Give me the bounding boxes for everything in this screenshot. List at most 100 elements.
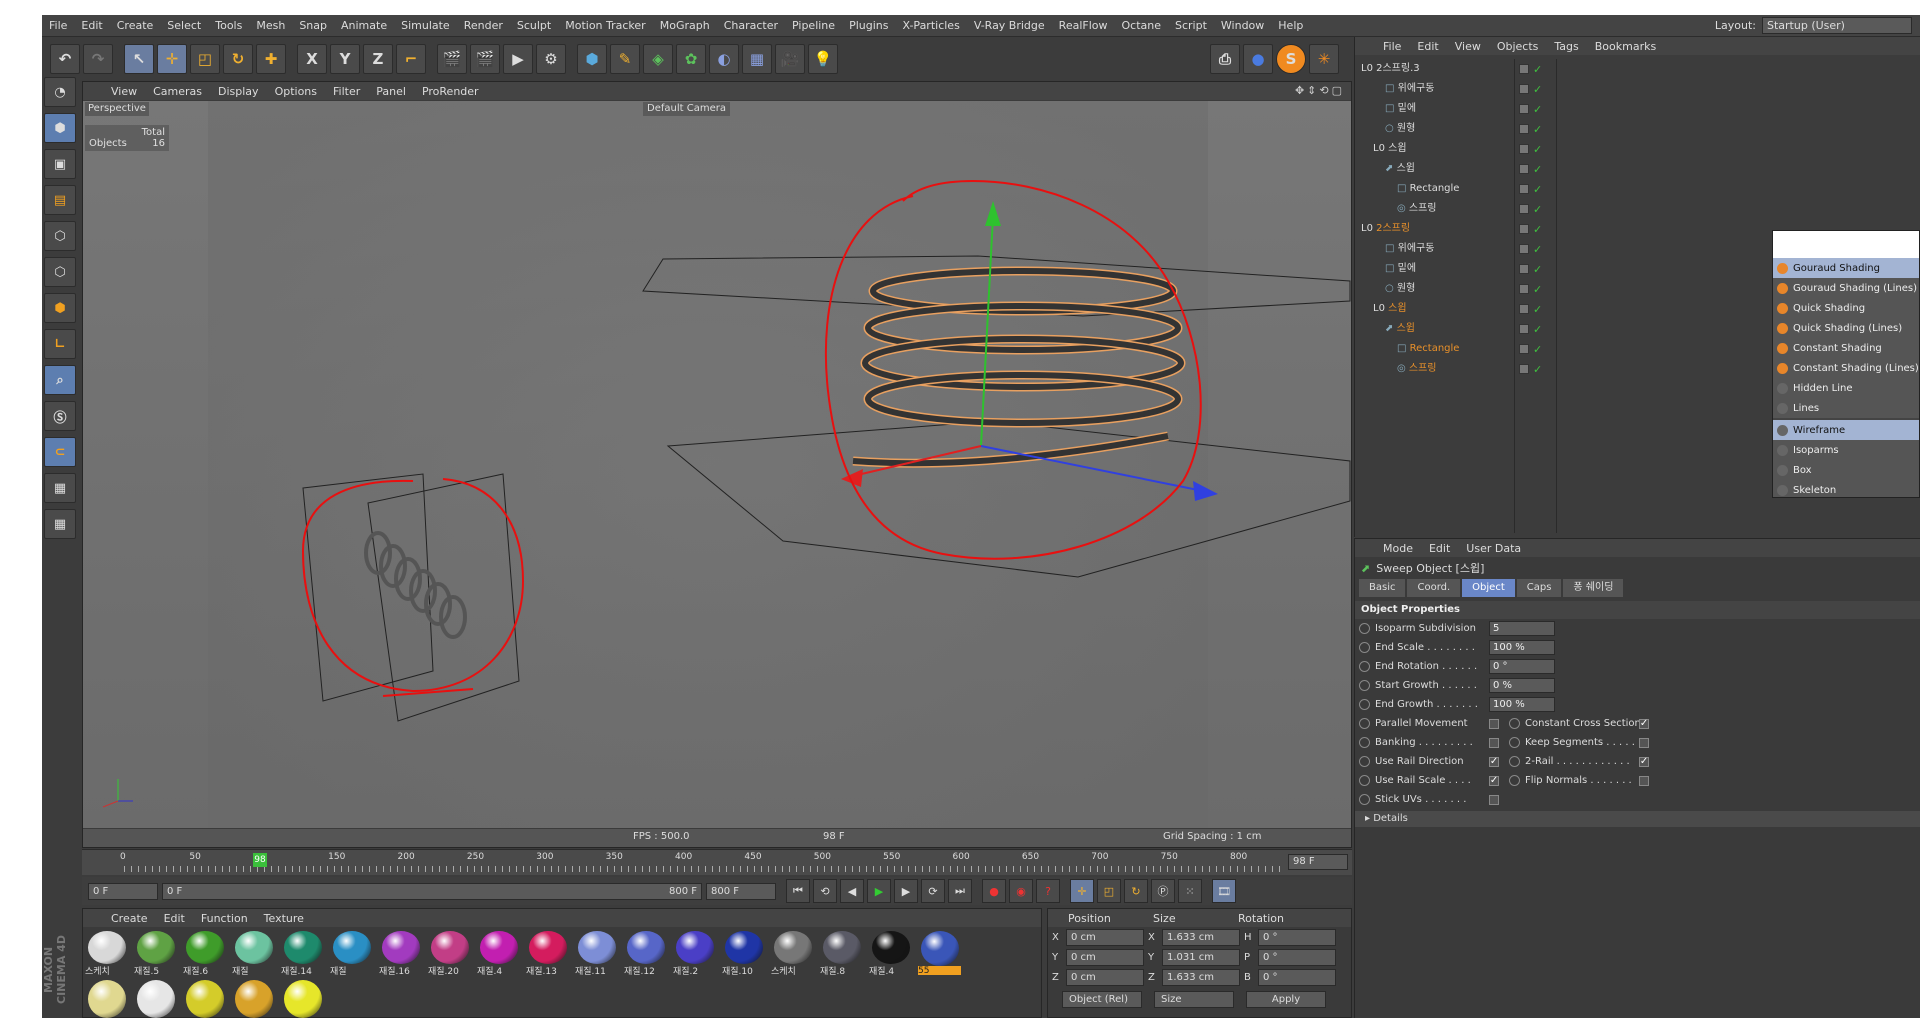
layer-toggle[interactable] [1519, 124, 1529, 134]
layer-toggle[interactable] [1519, 364, 1529, 374]
tab-1[interactable]: Coord. [1407, 579, 1461, 597]
animation-radio[interactable] [1359, 737, 1370, 748]
material-swatch[interactable]: 재질.8 [820, 931, 863, 975]
material-menu-texture[interactable]: Texture [256, 912, 312, 925]
layer-toggle[interactable] [1519, 264, 1529, 274]
material-menu-edit[interactable]: Edit [156, 912, 193, 925]
enabled-check-icon[interactable]: ✓ [1533, 183, 1542, 196]
property-value-field[interactable]: 0 ° [1489, 659, 1555, 674]
menu-animate[interactable]: Animate [334, 19, 394, 32]
layer-toggle[interactable] [1519, 224, 1529, 234]
coord-pos-field[interactable]: 0 cm [1066, 948, 1144, 966]
viewport-canvas[interactable]: Perspective Default Camera Total Objects… [83, 101, 1351, 828]
animation-radio[interactable] [1359, 756, 1370, 767]
menu-edit[interactable]: Edit [74, 19, 109, 32]
enabled-check-icon[interactable]: ✓ [1533, 163, 1542, 176]
y-axis-lock-button[interactable]: Y [330, 44, 360, 74]
menu-pipeline[interactable]: Pipeline [785, 19, 842, 32]
shading-option[interactable]: Lines [1773, 398, 1919, 418]
material-swatch[interactable] [281, 980, 324, 1018]
shading-option[interactable]: Skeleton [1773, 480, 1919, 500]
menu-plugins[interactable]: Plugins [842, 19, 895, 32]
cube-primitive-icon[interactable]: ⬢ [577, 44, 607, 74]
tab-4[interactable]: 퐁 쉐이딩 [1563, 579, 1624, 597]
shading-option[interactable]: Gouraud Shading (Lines) [1773, 278, 1919, 298]
object-menu-view[interactable]: View [1447, 40, 1489, 53]
viewport-label[interactable]: Perspective [85, 102, 149, 116]
object-row[interactable]: ◎ 스프링 [1355, 359, 1514, 379]
enabled-check-icon[interactable]: ✓ [1533, 83, 1542, 96]
texture-mode-icon[interactable]: ▣ [44, 149, 76, 179]
key-pla-icon[interactable]: ⁙ [1178, 879, 1202, 903]
solo-mode-icon[interactable]: Ⓢ [44, 401, 76, 431]
z-axis-lock-button[interactable]: Z [363, 44, 393, 74]
object-row[interactable]: L0 2스프링 [1355, 219, 1514, 239]
next-key-icon[interactable]: ⟳ [921, 879, 945, 903]
layout-dropdown[interactable]: Startup (User) [1762, 17, 1912, 34]
undo-icon[interactable]: ↶ [50, 44, 80, 74]
enabled-check-icon[interactable]: ✓ [1533, 243, 1542, 256]
object-row[interactable]: ⬈ 스윕 [1355, 159, 1514, 179]
layer-toggle[interactable] [1519, 104, 1529, 114]
menu-x-particles[interactable]: X-Particles [895, 19, 966, 32]
viewport-menu-options[interactable]: Options [267, 85, 325, 98]
coord-mode-dropdown[interactable]: Object (Rel) [1062, 991, 1142, 1008]
tab-2[interactable]: Object [1462, 579, 1515, 597]
object-row[interactable]: □ 위에구동 [1355, 79, 1514, 99]
object-menu-bookmarks[interactable]: Bookmarks [1587, 40, 1664, 53]
shading-option[interactable]: Wireframe [1773, 420, 1919, 440]
property-value-field[interactable]: 5 [1489, 621, 1555, 636]
floor-environment-icon[interactable]: ▦ [742, 44, 772, 74]
move-tool-icon[interactable]: ✛ [157, 44, 187, 74]
object-menu-tags[interactable]: Tags [1546, 40, 1586, 53]
enabled-check-icon[interactable]: ✓ [1533, 203, 1542, 216]
layer-toggle[interactable] [1519, 164, 1529, 174]
record-keys-icon[interactable]: ● [982, 879, 1006, 903]
subdivision-surface-icon[interactable]: ◈ [643, 44, 673, 74]
material-swatch[interactable] [232, 980, 275, 1018]
enabled-check-icon[interactable]: ✓ [1533, 223, 1542, 236]
material-swatch[interactable]: 재질.12 [624, 931, 667, 975]
material-swatch[interactable]: 재질.10 [722, 931, 765, 975]
layer-toggle[interactable] [1519, 324, 1529, 334]
enabled-check-icon[interactable]: ✓ [1533, 63, 1542, 76]
autokey-icon[interactable]: ◉ [1009, 879, 1033, 903]
enabled-check-icon[interactable]: ✓ [1533, 143, 1542, 156]
render-settings-icon[interactable]: ⚙ [536, 44, 566, 74]
property-checkbox[interactable]: ✓ [1489, 775, 1499, 786]
animation-radio[interactable] [1359, 718, 1370, 729]
object-row[interactable]: L0 2스프링.3 [1355, 59, 1514, 79]
material-swatch[interactable]: 스케치 [771, 931, 814, 975]
shading-option[interactable]: Gouraud Shading [1773, 258, 1919, 278]
key-parameter-icon[interactable]: Ⓟ [1151, 879, 1175, 903]
attribute-menu-edit[interactable]: Edit [1421, 542, 1458, 555]
workplane-icon[interactable]: ▤ [44, 185, 76, 215]
last-tool-icon[interactable]: ✚ [256, 44, 286, 74]
property-checkbox[interactable]: ✓ [1639, 756, 1649, 767]
viewport-navigation-icons[interactable]: ✥⇕⟲▢ [1295, 84, 1345, 97]
material-swatch[interactable]: 재질.6 [183, 931, 226, 975]
property-checkbox[interactable]: ✓ [1489, 756, 1499, 767]
material-swatch[interactable]: 재질.20 [428, 931, 471, 975]
viewport-menu-cameras[interactable]: Cameras [145, 85, 210, 98]
x-axis-lock-button[interactable]: X [297, 44, 327, 74]
property-checkbox[interactable] [1639, 737, 1649, 748]
object-row[interactable]: L0 스윕 [1355, 299, 1514, 319]
key-position-icon[interactable]: ✛ [1070, 879, 1094, 903]
locked-workplane-icon[interactable]: ▦ [44, 509, 76, 539]
animation-radio[interactable] [1359, 680, 1370, 691]
menu-simulate[interactable]: Simulate [394, 19, 457, 32]
coord-size-field[interactable]: 1.633 cm [1162, 928, 1240, 946]
size-mode-dropdown[interactable]: Size [1154, 991, 1234, 1008]
current-frame-field[interactable]: 98 F [1288, 854, 1348, 870]
layer-toggle[interactable] [1519, 244, 1529, 254]
animation-radio[interactable] [1509, 737, 1520, 748]
material-swatch[interactable] [183, 980, 226, 1018]
animation-radio[interactable] [1509, 756, 1520, 767]
layer-toggle[interactable] [1519, 184, 1529, 194]
go-to-end-icon[interactable]: ⏭ [948, 879, 972, 903]
material-swatch[interactable]: 재질.16 [379, 931, 422, 975]
make-editable-icon[interactable]: ◔ [44, 77, 76, 107]
timeline-window-icon[interactable]: 🎞 [1212, 879, 1236, 903]
menu-create[interactable]: Create [110, 19, 161, 32]
